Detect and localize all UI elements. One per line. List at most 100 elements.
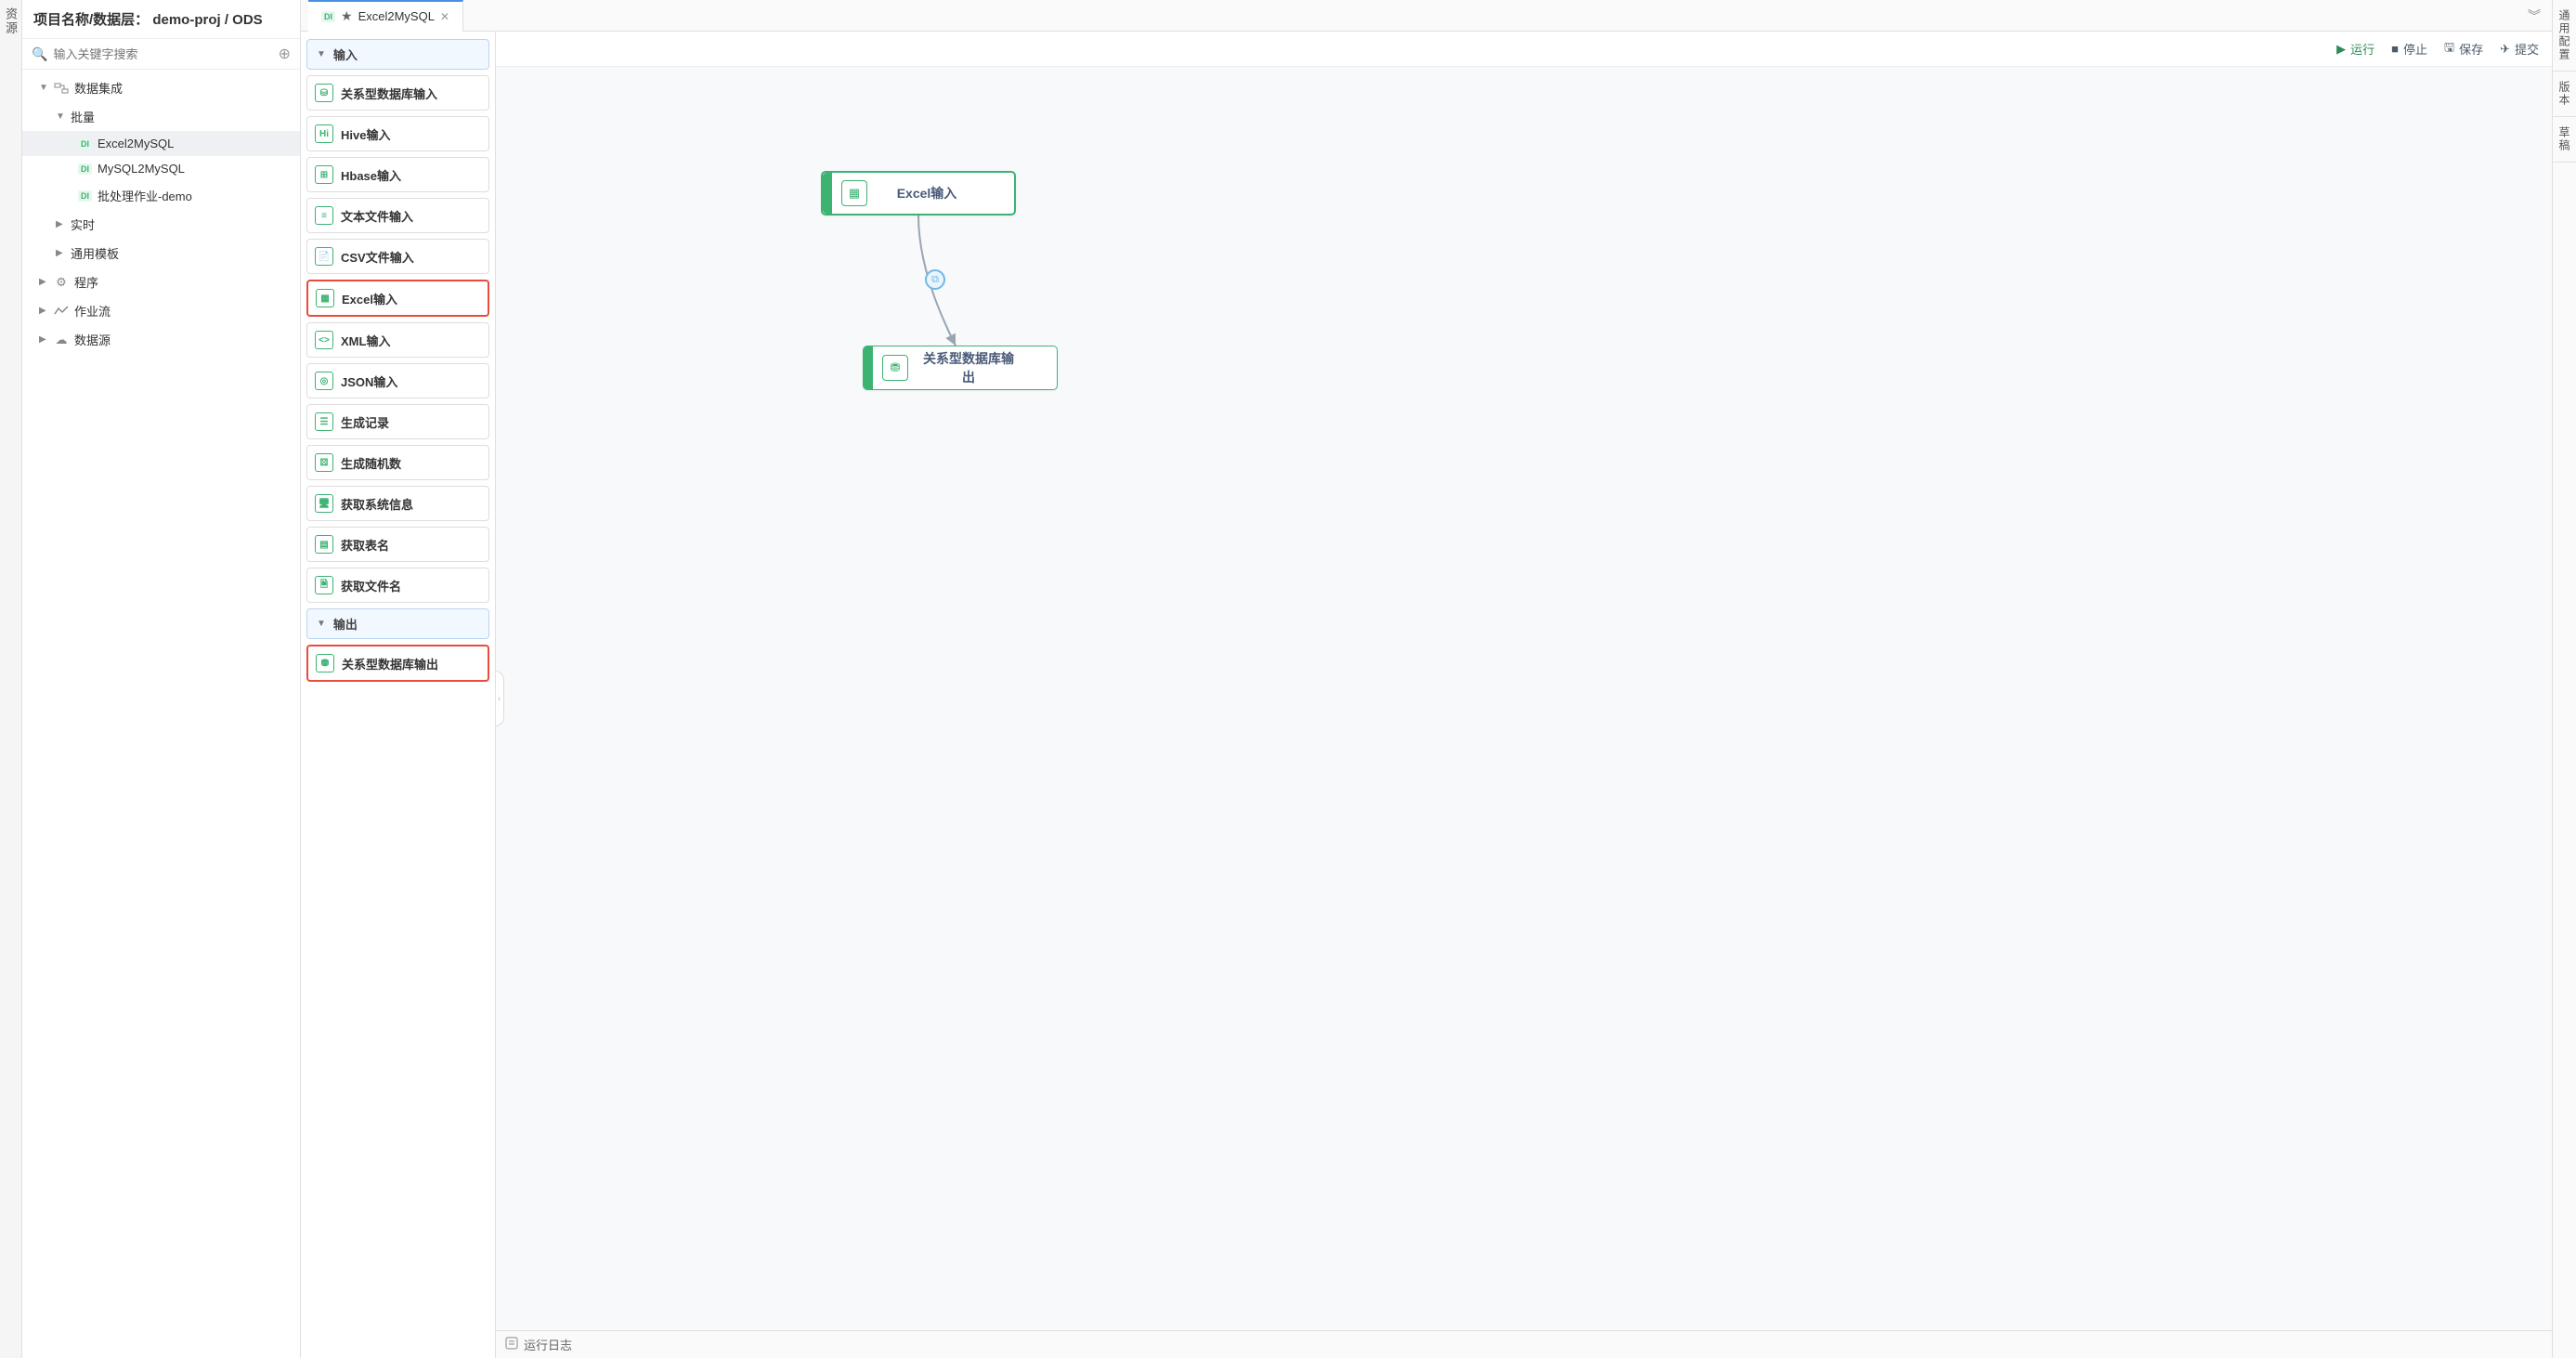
palette-item-label: 获取表名: [341, 536, 389, 554]
palette-item-json-input[interactable]: ◎ JSON输入: [306, 363, 489, 398]
tree-node-template[interactable]: ▶ 通用模板: [22, 239, 300, 268]
resource-tree: ▼ 数据集成 ▼ 批量 DI Excel2MySQL DI MySQL2MySQ…: [22, 70, 300, 1358]
bottom-panel-label: 运行日志: [524, 1336, 572, 1353]
palette-item-rdb-output[interactable]: ⛃ 关系型数据库输出: [306, 645, 489, 682]
play-icon: ▶: [2336, 42, 2346, 57]
tree-label: 数据集成: [74, 79, 123, 97]
search-input[interactable]: [53, 47, 272, 61]
caret-down-icon: ▼: [39, 83, 48, 93]
right-tab-config[interactable]: 通用配置: [2553, 0, 2576, 72]
close-icon[interactable]: ✕: [440, 10, 449, 23]
palette-item-csv-input[interactable]: 📄 CSV文件输入: [306, 239, 489, 274]
palette-item-label: CSV文件输入: [341, 248, 414, 266]
palette-item-label: JSON输入: [341, 372, 397, 390]
canvas-wrap: ▶ 运行 ■ 停止 🖫 保存 ✈ 提交: [496, 32, 2552, 1358]
toolbar-label: 保存: [2459, 40, 2483, 58]
palette-item-gen-random[interactable]: ⚄ 生成随机数: [306, 445, 489, 480]
tree-node-datasource[interactable]: ▶ ☁ 数据源: [22, 325, 300, 354]
right-tab-draft[interactable]: 草稿: [2553, 117, 2576, 163]
tree-label: 批量: [71, 108, 95, 125]
di-badge-icon: DI: [78, 190, 92, 202]
sidebar-header: 项目名称/数据层： demo-proj / ODS: [22, 0, 300, 39]
tabs-bar: DI ★ Excel2MySQL ✕ ︾: [301, 0, 2552, 32]
palette-item-label: 获取系统信息: [341, 495, 413, 513]
tree-node-batch[interactable]: ▼ 批量: [22, 102, 300, 131]
right-tab-version[interactable]: 版本: [2553, 72, 2576, 117]
sidebar: 项目名称/数据层： demo-proj / ODS 🔍 ⊕ ▼ 数据集成 ▼ 批…: [22, 0, 301, 1358]
flow-canvas[interactable]: ‹ ▦ Excel: [496, 67, 2552, 1330]
caret-down-icon: ▼: [317, 619, 326, 629]
database-icon: ⛁: [315, 84, 333, 102]
caret-right-icon: ▶: [56, 248, 65, 258]
save-button[interactable]: 🖫 保存: [2444, 39, 2483, 59]
palette-item-label: 文本文件输入: [341, 207, 413, 225]
gear-icon: ⚙: [54, 275, 69, 290]
left-vertical-tab[interactable]: 资源: [0, 0, 22, 1358]
tree-node-data-integration[interactable]: ▼ 数据集成: [22, 73, 300, 102]
json-icon: ◎: [315, 372, 333, 390]
integration-icon: [54, 81, 69, 96]
palette-item-gen-record[interactable]: ☰ 生成记录: [306, 404, 489, 439]
palette-item-text-input[interactable]: ≡ 文本文件输入: [306, 198, 489, 233]
palette-item-label: Excel输入: [342, 290, 397, 307]
caret-right-icon: ▶: [39, 334, 48, 345]
tree-node-program[interactable]: ▶ ⚙ 程序: [22, 268, 300, 296]
palette-item-label: 关系型数据库输入: [341, 85, 437, 102]
palette-item-sysinfo[interactable]: 🖥 获取系统信息: [306, 486, 489, 521]
hbase-icon: ⊞: [315, 165, 333, 184]
random-icon: ⚄: [315, 453, 333, 472]
right-tab-label: 版本: [2557, 81, 2570, 107]
stop-icon: ■: [2391, 42, 2399, 56]
submit-button[interactable]: ✈ 提交: [2500, 40, 2539, 58]
bottom-panel-header[interactable]: 运行日志: [496, 1330, 2552, 1358]
tree-label: 实时: [71, 215, 95, 233]
collapse-tabs-button[interactable]: ︾: [2517, 7, 2552, 25]
canvas-node-excel-input[interactable]: ▦ Excel输入: [821, 171, 1016, 215]
sidebar-search-row: 🔍 ⊕: [22, 39, 300, 70]
log-icon: [505, 1337, 518, 1352]
add-icon[interactable]: ⊕: [279, 45, 291, 63]
workflow-icon: [54, 304, 69, 319]
editor-toolbar: ▶ 运行 ■ 停止 🖫 保存 ✈ 提交: [496, 32, 2552, 67]
palette-item-excel-input[interactable]: ▦ Excel输入: [306, 280, 489, 317]
tree-label: 数据源: [74, 331, 111, 348]
copy-icon: ⧉: [931, 274, 939, 286]
tree-node-job[interactable]: DI MySQL2MySQL: [22, 156, 300, 181]
palette-group-output[interactable]: ▼ 输出: [306, 608, 489, 639]
run-button[interactable]: ▶ 运行: [2336, 40, 2374, 58]
tree-node-job[interactable]: DI 批处理作业-demo: [22, 181, 300, 210]
palette-item-filename[interactable]: 🗎 获取文件名: [306, 568, 489, 603]
editor-tab[interactable]: DI ★ Excel2MySQL ✕: [308, 0, 463, 32]
send-icon: ✈: [2500, 42, 2510, 57]
edge-midpoint-icon[interactable]: ⧉: [925, 269, 945, 290]
tree-node-realtime[interactable]: ▶ 实时: [22, 210, 300, 239]
node-label: 关系型数据库输出: [917, 349, 1057, 386]
palette-item-rdb-input[interactable]: ⛁ 关系型数据库输入: [306, 75, 489, 111]
palette-item-label: Hbase输入: [341, 166, 401, 184]
palette-item-label: 生成记录: [341, 413, 389, 431]
caret-right-icon: ▶: [56, 219, 65, 229]
left-vtab-label: 资源: [2, 7, 20, 35]
tree-label: 作业流: [74, 302, 111, 320]
palette-group-input[interactable]: ▼ 输入: [306, 39, 489, 70]
text-file-icon: ≡: [315, 206, 333, 225]
csv-icon: 📄: [315, 247, 333, 266]
excel-icon: ▦: [841, 180, 867, 206]
canvas-node-rdb-output[interactable]: ⛃ 关系型数据库输出: [863, 346, 1058, 390]
stop-button[interactable]: ■ 停止: [2391, 40, 2427, 58]
xml-icon: <>: [315, 331, 333, 349]
toolbar-label: 运行: [2350, 40, 2374, 58]
right-vertical-tabs: 通用配置 版本 草稿: [2552, 0, 2576, 1358]
palette-item-hbase-input[interactable]: ⊞ Hbase输入: [306, 157, 489, 192]
palette-item-label: Hive输入: [341, 125, 390, 143]
tree-node-job[interactable]: DI Excel2MySQL: [22, 131, 300, 156]
palette-item-hive-input[interactable]: Hi Hive输入: [306, 116, 489, 151]
palette-item-xml-input[interactable]: <> XML输入: [306, 322, 489, 358]
right-tab-label: 通用配置: [2557, 9, 2570, 61]
palette-item-label: 生成随机数: [341, 454, 401, 472]
right-tab-label: 草稿: [2557, 126, 2570, 152]
excel-icon: ▦: [316, 289, 334, 307]
flow-edges: [496, 67, 2552, 1330]
palette-item-tablename[interactable]: ▤ 获取表名: [306, 527, 489, 562]
tree-node-workflow[interactable]: ▶ 作业流: [22, 296, 300, 325]
